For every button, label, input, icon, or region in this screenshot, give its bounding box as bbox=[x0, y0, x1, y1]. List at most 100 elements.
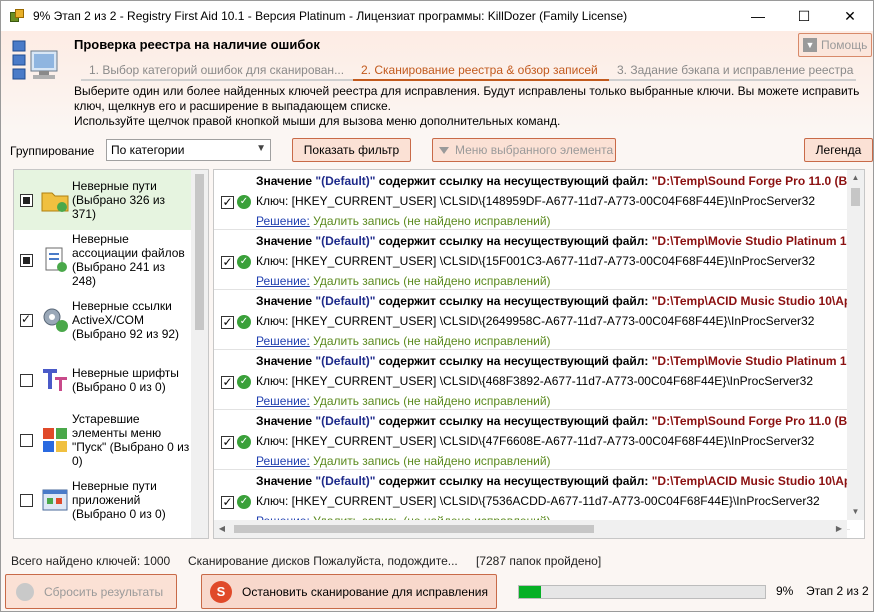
category-activex-com[interactable]: Неверные ссылки ActiveX/COM (Выбрано 92 … bbox=[14, 290, 192, 350]
stop-scan-button[interactable]: S Остановить сканирование для исправлени… bbox=[201, 574, 497, 609]
category-checkbox[interactable] bbox=[20, 312, 33, 327]
scroll-left-icon[interactable]: ◀ bbox=[214, 520, 230, 538]
instructions: Выберите один или более найденных ключей… bbox=[74, 84, 864, 129]
selected-item-menu-label: Меню выбранного элемента bbox=[455, 143, 614, 157]
stop-icon: S bbox=[210, 580, 232, 603]
result-key-line: Ключ: [HKEY_CURRENT_USER] \CLSID\{47F660… bbox=[256, 434, 814, 448]
result-solution-line: Решение: Удалить запись (не найдено испр… bbox=[256, 214, 551, 228]
category-count: (Выбрано 326 из 371) bbox=[72, 193, 166, 221]
window-controls: — ☐ ✕ bbox=[735, 1, 873, 31]
scroll-right-icon[interactable]: ▶ bbox=[831, 520, 847, 538]
result-entry[interactable]: ✓ ✓ Значение "(Default)" содержит ссылку н… bbox=[214, 230, 853, 290]
result-checkbox[interactable]: ✓ bbox=[221, 496, 234, 509]
solution-link[interactable]: Решение: bbox=[256, 334, 310, 348]
default-value-name: "(Default)" bbox=[315, 174, 376, 188]
result-value-line: Значение "(Default)" содержит ссылку на … bbox=[256, 174, 858, 188]
scrollbar-thumb[interactable] bbox=[851, 188, 860, 206]
legend-button[interactable]: Легенда bbox=[804, 138, 873, 162]
show-filter-button[interactable]: Показать фильтр bbox=[292, 138, 411, 162]
category-checkbox[interactable] bbox=[20, 493, 33, 507]
key-prefix: Ключ: bbox=[256, 374, 292, 388]
category-checkbox[interactable] bbox=[20, 433, 33, 447]
result-checkbox[interactable]: ✓ bbox=[221, 316, 234, 329]
minimize-button[interactable]: — bbox=[735, 1, 781, 31]
result-entry[interactable]: ✓ ✓ Значение "(Default)" содержит ссылку н… bbox=[214, 170, 858, 230]
category-label: Неверные bbox=[72, 232, 129, 246]
value-prefix: Значение bbox=[256, 474, 316, 488]
category-count: (Выбрано 0 из 0) bbox=[72, 507, 166, 521]
value-middle: содержит ссылку на несуществующий файл: bbox=[375, 414, 652, 428]
category-scrollbar[interactable] bbox=[191, 170, 208, 538]
category-label: ActiveX/COM bbox=[72, 313, 145, 327]
ok-status-icon: ✓ bbox=[237, 315, 251, 329]
solution-action: Удалить запись (не найдено исправлений) bbox=[309, 454, 551, 468]
registry-key: [HKEY_CURRENT_USER] \CLSID\{15F001C3-A67… bbox=[291, 254, 816, 268]
step-2-active[interactable]: 2. Сканирование реестра & обзор записей bbox=[353, 63, 609, 81]
key-prefix: Ключ: bbox=[256, 434, 292, 448]
category-fonts[interactable]: Неверные шрифты (Выбрано 0 из 0) bbox=[14, 350, 192, 410]
solution-link[interactable]: Решение: bbox=[256, 214, 310, 228]
scroll-down-icon[interactable]: ▼ bbox=[847, 504, 864, 520]
result-checkbox[interactable]: ✓ bbox=[221, 436, 234, 449]
key-prefix: Ключ: bbox=[256, 314, 292, 328]
folder-icon bbox=[41, 192, 69, 212]
close-button[interactable]: ✕ bbox=[827, 1, 873, 31]
missing-file-path: "D:\Temp\Sound Forge Pro 11.0 (Bui bbox=[651, 414, 858, 428]
reset-icon bbox=[16, 582, 34, 601]
category-app-paths[interactable]: Неверные пути приложений (Выбрано 0 из 0… bbox=[14, 470, 192, 530]
category-list: Неверные пути (Выбрано 326 из 371) Невер… bbox=[13, 169, 209, 539]
result-checkbox[interactable]: ✓ bbox=[221, 376, 234, 389]
stage-label: Этап 2 из 2 bbox=[806, 584, 869, 598]
scan-progress-bar bbox=[518, 585, 766, 599]
category-start-menu[interactable]: Устаревшие элементы меню "Пуск" (Выбрано… bbox=[14, 410, 192, 470]
maximize-button[interactable]: ☐ bbox=[781, 1, 827, 31]
solution-link[interactable]: Решение: bbox=[256, 394, 310, 408]
result-key-line: Ключ: [HKEY_CURRENT_USER] \CLSID\{15F001… bbox=[256, 254, 815, 268]
category-checkbox[interactable] bbox=[20, 253, 33, 267]
reset-results-button[interactable]: Сбросить результаты bbox=[5, 574, 177, 609]
value-prefix: Значение bbox=[256, 414, 316, 428]
results-vertical-scrollbar[interactable]: ▲ ▼ bbox=[847, 170, 864, 520]
results-horizontal-scrollbar[interactable]: ◀ ▶ bbox=[214, 520, 847, 538]
registry-scan-icon bbox=[12, 40, 58, 80]
category-invalid-paths[interactable]: Неверные пути (Выбрано 326 из 371) bbox=[14, 170, 192, 230]
result-checkbox[interactable]: ✓ bbox=[221, 256, 234, 269]
grouping-select[interactable]: По категории ▼ bbox=[106, 139, 271, 161]
window-title: 9% Этап 2 из 2 - Registry First Aid 10.1… bbox=[33, 9, 628, 23]
result-entry[interactable]: ✓ ✓ Значение "(Default)" содержит ссылку н… bbox=[214, 290, 859, 350]
help-button[interactable]: ▼ Помощь bbox=[798, 33, 872, 57]
scrollbar-thumb[interactable] bbox=[195, 174, 204, 330]
wizard-steps: 1. Выбор категорий ошибок для сканирован… bbox=[81, 63, 856, 81]
ok-status-icon: ✓ bbox=[237, 255, 251, 269]
result-entry[interactable]: ✓ ✓ Значение "(Default)" содержит ссылку н… bbox=[214, 350, 853, 410]
default-value-name: "(Default)" bbox=[315, 414, 376, 428]
help-button-label: Помощь bbox=[821, 38, 868, 52]
result-checkbox[interactable]: ✓ bbox=[221, 196, 234, 209]
scroll-up-icon[interactable]: ▲ bbox=[847, 170, 864, 186]
gears-icon bbox=[43, 308, 68, 332]
category-label: Неверные пути bbox=[72, 479, 157, 493]
result-value-line: Значение "(Default)" содержит ссылку на … bbox=[256, 294, 859, 308]
step-1[interactable]: 1. Выбор категорий ошибок для сканирован… bbox=[81, 63, 353, 81]
solution-link[interactable]: Решение: bbox=[256, 274, 310, 288]
registry-key: [HKEY_CURRENT_USER] \CLSID\{148959DF-A67… bbox=[291, 194, 816, 208]
missing-file-path: "D:\Temp\Movie Studio Platinum 13 bbox=[651, 234, 854, 248]
category-checkbox[interactable] bbox=[20, 373, 33, 387]
selected-item-menu-button[interactable]: Меню выбранного элемента bbox=[432, 138, 616, 162]
solution-action: Удалить запись (не найдено исправлений) bbox=[309, 274, 551, 288]
default-value-name: "(Default)" bbox=[315, 234, 376, 248]
step-3[interactable]: 3. Задание бэкапа и исправление реестра bbox=[609, 63, 856, 81]
scrollbar-thumb[interactable] bbox=[234, 525, 594, 533]
category-file-associations[interactable]: Неверные ассоциации файлов (Выбрано 241 … bbox=[14, 230, 192, 290]
solution-link[interactable]: Решение: bbox=[256, 454, 310, 468]
status-bar: Всего найдено ключей: 1000 Сканирование … bbox=[1, 551, 873, 571]
result-key-line: Ключ: [HKEY_CURRENT_USER] \CLSID\{468F38… bbox=[256, 374, 813, 388]
stop-scan-label: Остановить сканирование для исправления bbox=[242, 584, 488, 599]
result-solution-line: Решение: Удалить запись (не найдено испр… bbox=[256, 394, 551, 408]
result-entry[interactable]: ✓ ✓ Значение "(Default)" содержит ссылку н… bbox=[214, 410, 858, 470]
start-menu-icon bbox=[43, 428, 67, 452]
value-middle: содержит ссылку на несуществующий файл: bbox=[375, 174, 652, 188]
category-checkbox[interactable] bbox=[20, 193, 33, 207]
value-middle: содержит ссылку на несуществующий файл: bbox=[375, 294, 652, 308]
value-prefix: Значение bbox=[256, 294, 316, 308]
